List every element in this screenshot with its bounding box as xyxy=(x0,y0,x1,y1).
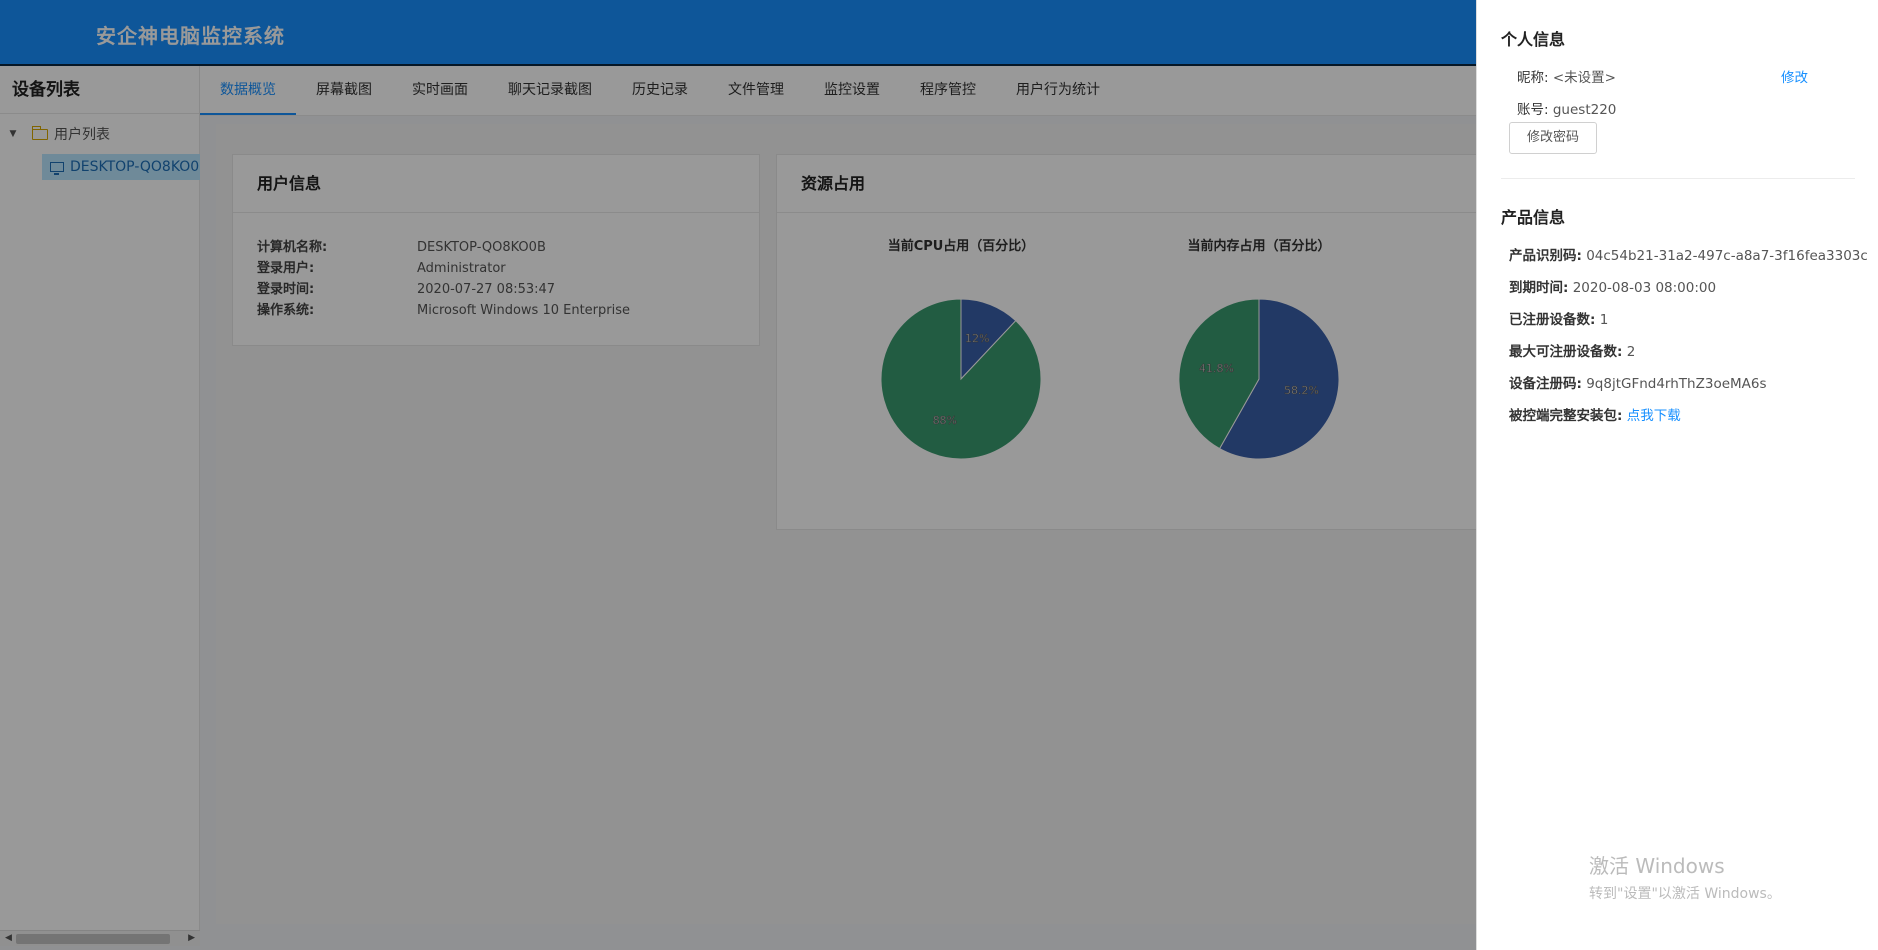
registered-row: 已注册设备数: 1 xyxy=(1509,308,1608,328)
app-root: 安企神电脑监控系统 设备列表 ▼ 用户列表 DESKTOP-QO8KO0B ◀ … xyxy=(0,0,1878,950)
edit-nickname-link[interactable]: 修改 xyxy=(1781,70,1808,86)
account-key: 账号: xyxy=(1517,102,1549,118)
personal-info-title: 个人信息 xyxy=(1501,30,1566,49)
max-devices-key: 最大可注册设备数: xyxy=(1509,344,1623,360)
expire-row: 到期时间: 2020-08-03 08:00:00 xyxy=(1509,276,1716,296)
expire-value: 2020-08-03 08:00:00 xyxy=(1572,280,1717,296)
package-row: 被控端完整安装包: 点我下载 xyxy=(1509,404,1681,424)
drawer-divider xyxy=(1501,178,1855,179)
account-drawer: 个人信息 昵称: <未设置> 修改 账号: guest220 修改密码 产品信息… xyxy=(1476,0,1878,950)
product-id-value: 04c54b21-31a2-497c-a8a7-3f16fea3303c xyxy=(1586,248,1868,264)
product-id-key: 产品识别码: xyxy=(1509,248,1582,264)
registered-value: 1 xyxy=(1599,312,1609,328)
registered-key: 已注册设备数: xyxy=(1509,312,1596,328)
download-link[interactable]: 点我下载 xyxy=(1627,408,1681,424)
change-password-button[interactable]: 修改密码 xyxy=(1509,122,1597,154)
package-key: 被控端完整安装包: xyxy=(1509,408,1623,424)
nickname-key: 昵称: xyxy=(1517,70,1549,86)
reg-code-key: 设备注册码: xyxy=(1509,376,1582,392)
max-devices-row: 最大可注册设备数: 2 xyxy=(1509,340,1635,360)
max-devices-value: 2 xyxy=(1626,344,1636,360)
modal-backdrop[interactable] xyxy=(0,0,1476,950)
account-row: 账号: guest220 xyxy=(1517,98,1616,118)
watermark-line1: 激活 Windows xyxy=(1589,854,1725,878)
windows-activation-watermark: 激活 Windows 转到"设置"以激活 Windows。 xyxy=(1589,850,1781,903)
nickname-row: 昵称: <未设置> xyxy=(1517,66,1616,86)
edit-nickname-row: 修改 xyxy=(1781,66,1808,86)
watermark-line2: 转到"设置"以激活 Windows。 xyxy=(1589,886,1781,902)
reg-code-row: 设备注册码: 9q8jtGFnd4rhThZ3oeMA6s xyxy=(1509,372,1767,392)
account-value: guest220 xyxy=(1552,102,1617,118)
expire-key: 到期时间: xyxy=(1509,280,1569,296)
reg-code-value: 9q8jtGFnd4rhThZ3oeMA6s xyxy=(1586,376,1767,392)
product-info-title: 产品信息 xyxy=(1501,208,1566,227)
nickname-value: <未设置> xyxy=(1552,70,1616,86)
product-id-row: 产品识别码: 04c54b21-31a2-497c-a8a7-3f16fea33… xyxy=(1509,244,1868,264)
